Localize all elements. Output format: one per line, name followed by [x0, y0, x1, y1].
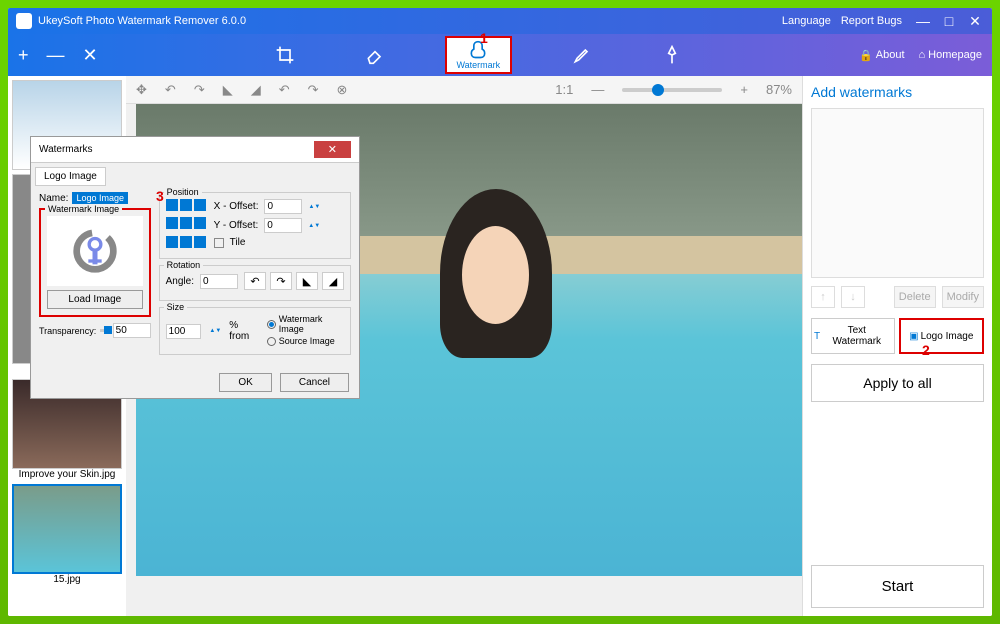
- wm-image-radio[interactable]: [267, 320, 276, 329]
- redo-icon[interactable]: ↷: [308, 82, 319, 98]
- pct-from-label: % from: [229, 320, 258, 342]
- callout-1: 1: [480, 30, 488, 46]
- logo-image-button[interactable]: ▣Logo Image: [899, 318, 985, 354]
- move-icon[interactable]: ✥: [136, 82, 147, 98]
- clear-icon[interactable]: ✕: [83, 45, 98, 66]
- remove-icon[interactable]: —: [47, 45, 65, 66]
- size-field[interactable]: 100: [166, 324, 202, 339]
- start-button[interactable]: Start: [811, 565, 984, 608]
- pin-tool[interactable]: [652, 43, 692, 67]
- tile-label: Tile: [230, 237, 246, 248]
- minimize-icon[interactable]: —: [914, 14, 932, 28]
- apply-to-all-button[interactable]: Apply to all: [811, 364, 984, 402]
- transparency-value[interactable]: 50: [113, 323, 151, 338]
- move-down-icon[interactable]: ↓: [841, 286, 865, 308]
- rotate-cw-button[interactable]: ↷: [270, 272, 292, 290]
- rotate-ccw-icon[interactable]: ↶: [165, 82, 176, 98]
- move-up-icon[interactable]: ↑: [811, 286, 835, 308]
- ribbon: + — ✕ Watermark 🔒 About ⌂ Homepa: [8, 34, 992, 76]
- y-spin-icon[interactable]: ▲▼: [308, 223, 320, 229]
- dialog-close-icon[interactable]: ✕: [314, 141, 351, 158]
- add-watermarks-title[interactable]: Add watermarks: [811, 84, 984, 100]
- wm-image-preview: [47, 216, 143, 286]
- thumb-item[interactable]: 15.jpg: [12, 484, 122, 585]
- transparency-label: Transparency:: [39, 326, 96, 336]
- crop-icon: [275, 45, 295, 65]
- x-offset-field[interactable]: 0: [264, 199, 302, 214]
- ratio-button[interactable]: 1:1: [555, 82, 573, 97]
- brush-icon: [572, 45, 592, 65]
- wm-image-label: Watermark Image: [45, 204, 122, 214]
- watermark-tool[interactable]: Watermark: [445, 36, 513, 74]
- reset-icon[interactable]: ⊗: [337, 82, 348, 98]
- name-field[interactable]: Logo Image: [72, 192, 128, 204]
- x-spin-icon[interactable]: ▲▼: [308, 204, 320, 210]
- rotate-cw-icon[interactable]: ↷: [194, 82, 205, 98]
- x-offset-label: X - Offset:: [214, 201, 259, 212]
- angle-field[interactable]: 0: [200, 274, 238, 289]
- name-label: Name:: [39, 193, 68, 204]
- thumb-label: Improve your Skin.jpg: [12, 469, 122, 480]
- close-icon[interactable]: ✕: [966, 14, 984, 28]
- brush-tool[interactable]: [562, 43, 602, 67]
- watermark-label: Watermark: [457, 60, 501, 70]
- delete-button[interactable]: Delete: [894, 286, 936, 308]
- size-label: Size: [164, 302, 188, 312]
- size-spin-icon[interactable]: ▲▼: [209, 328, 221, 334]
- tile-checkbox[interactable]: [214, 238, 224, 248]
- about-link[interactable]: 🔒 About: [859, 49, 904, 62]
- rotation-label: Rotation: [164, 260, 204, 270]
- zoom-in-icon[interactable]: +: [740, 82, 748, 97]
- app-title: UkeySoft Photo Watermark Remover 6.0.0: [38, 15, 246, 27]
- watermarks-dialog: Watermarks ✕ Logo Image Name: Logo Image…: [30, 136, 360, 399]
- flip-h-button[interactable]: ◣: [296, 272, 318, 290]
- text-watermark-button[interactable]: TText Watermark: [811, 318, 895, 354]
- cancel-button[interactable]: Cancel: [280, 373, 349, 392]
- transparency-slider[interactable]: [100, 329, 108, 332]
- modify-button[interactable]: Modify: [942, 286, 984, 308]
- zoom-slider[interactable]: [622, 88, 722, 92]
- app-logo-icon: [16, 13, 32, 29]
- add-icon[interactable]: +: [18, 45, 29, 66]
- rotate-ccw-button[interactable]: ↶: [244, 272, 266, 290]
- logo-image-tab[interactable]: Logo Image: [35, 167, 106, 186]
- zoom-percent: 87%: [766, 82, 792, 97]
- flip-v-icon[interactable]: ◢: [251, 82, 261, 98]
- titlebar: UkeySoft Photo Watermark Remover 6.0.0 L…: [8, 8, 992, 34]
- report-bugs-link[interactable]: Report Bugs: [841, 15, 902, 27]
- right-panel: Add watermarks ↑ ↓ Delete Modify TText W…: [802, 76, 992, 616]
- dialog-title: Watermarks: [39, 144, 93, 155]
- undo-icon[interactable]: ↶: [279, 82, 290, 98]
- edit-toolbar: ✥ ↶ ↷ ◣ ◢ ↶ ↷ ⊗ 1:1 — + 87%: [126, 76, 802, 104]
- thumb-label: 15.jpg: [12, 574, 122, 585]
- y-offset-field[interactable]: 0: [264, 218, 302, 233]
- pin-icon: [662, 45, 682, 65]
- ok-button[interactable]: OK: [219, 373, 271, 392]
- flip-v-button[interactable]: ◢: [322, 272, 344, 290]
- y-offset-label: Y - Offset:: [214, 220, 259, 231]
- load-image-button[interactable]: Load Image: [47, 290, 143, 309]
- maximize-icon[interactable]: □: [940, 14, 958, 28]
- callout-2: 2: [922, 342, 930, 358]
- homepage-link[interactable]: ⌂ Homepage: [919, 49, 982, 61]
- eraser-icon: [365, 45, 385, 65]
- position-grid[interactable]: [166, 199, 206, 252]
- key-logo-icon: [70, 226, 120, 276]
- zoom-out-icon[interactable]: —: [591, 82, 604, 97]
- watermark-preview-box: [811, 108, 984, 278]
- source-image-radio[interactable]: [267, 337, 276, 346]
- crop-tool[interactable]: [265, 43, 305, 67]
- language-link[interactable]: Language: [782, 15, 831, 27]
- angle-label: Angle:: [166, 276, 194, 287]
- callout-3: 3: [156, 188, 164, 204]
- position-label: Position: [164, 187, 202, 197]
- flip-h-icon[interactable]: ◣: [223, 82, 233, 98]
- eraser-tool[interactable]: [355, 43, 395, 67]
